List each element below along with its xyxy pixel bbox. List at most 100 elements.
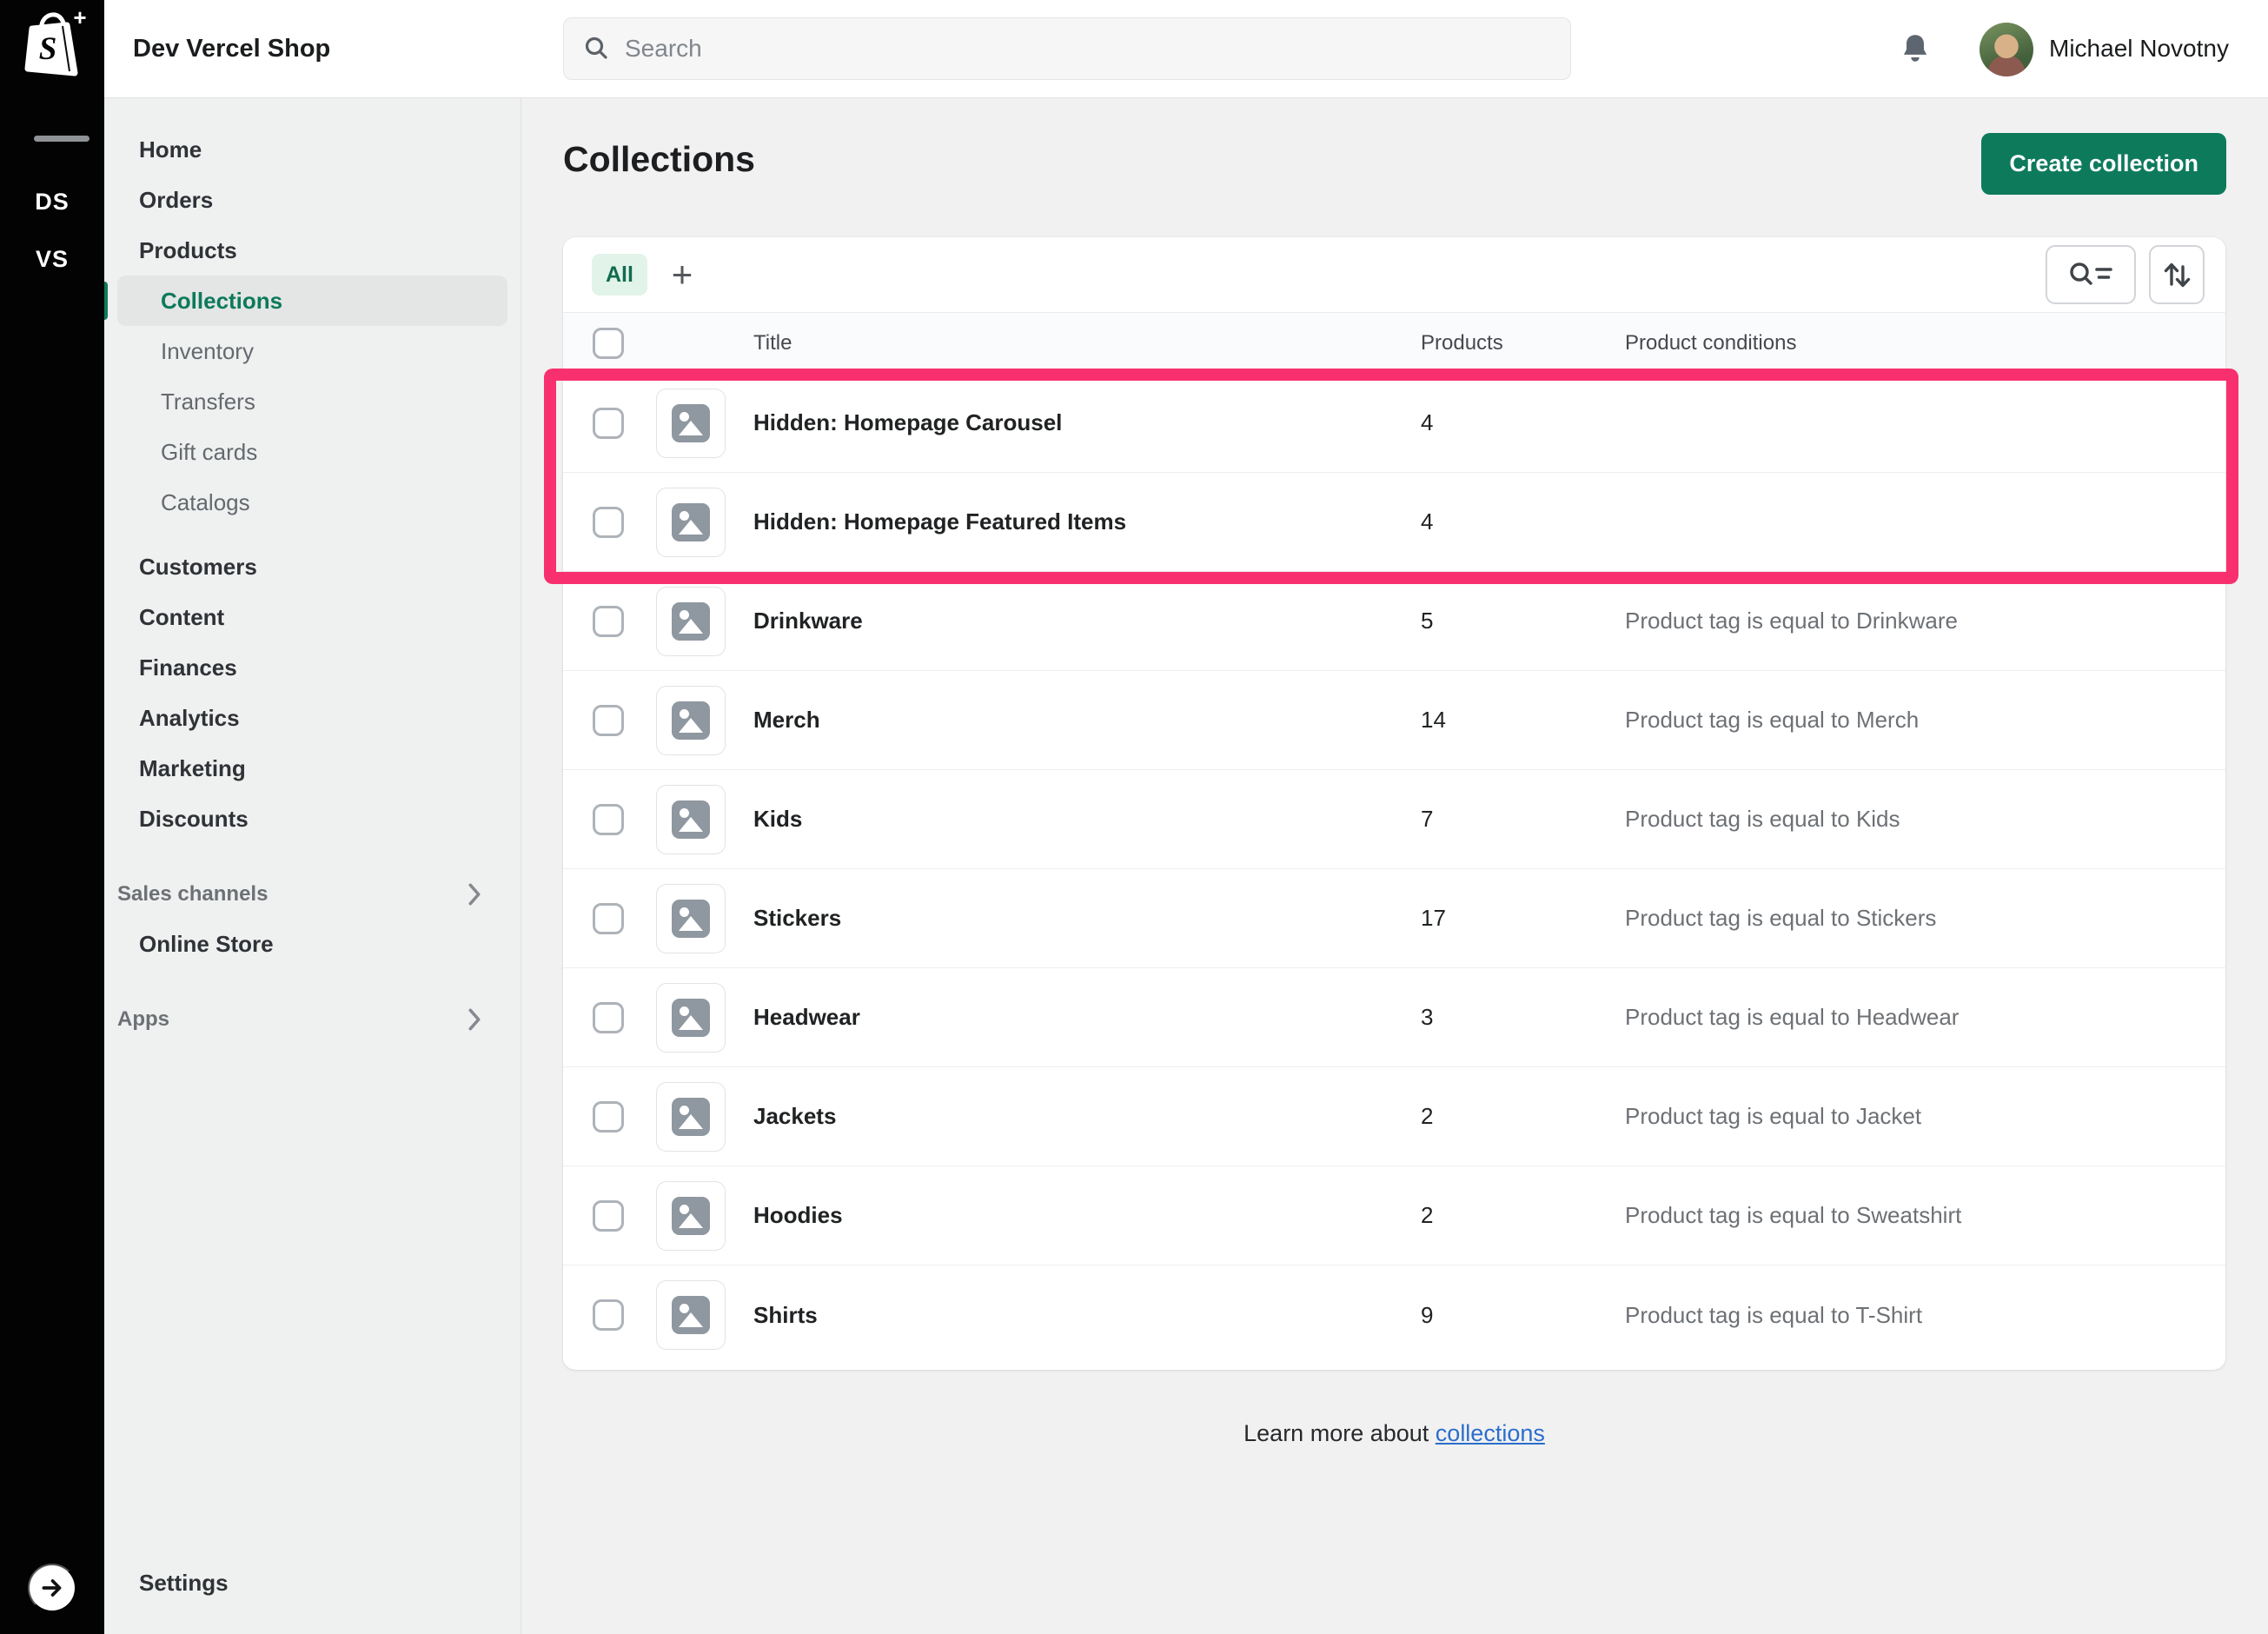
row-checkbox[interactable] xyxy=(593,408,624,439)
app-rail: S + DS VS xyxy=(0,0,104,1634)
row-checkbox[interactable] xyxy=(593,1200,624,1232)
collection-condition: Product tag is equal to T-Shirt xyxy=(1625,1302,2225,1329)
collection-row-headwear[interactable]: Headwear 3 Product tag is equal to Headw… xyxy=(563,968,2225,1067)
tab-all[interactable]: All xyxy=(592,254,647,296)
header-products: Products xyxy=(1421,331,1625,355)
row-checkbox[interactable] xyxy=(593,804,624,835)
row-checkbox[interactable] xyxy=(593,507,624,538)
collection-row-stickers[interactable]: Stickers 17 Product tag is equal to Stic… xyxy=(563,869,2225,968)
sidebar-item-home[interactable]: Home xyxy=(117,124,507,175)
add-view-button[interactable]: + xyxy=(661,254,703,296)
collection-title[interactable]: Hoodies xyxy=(753,1202,1421,1229)
chevron-right-icon xyxy=(466,1008,483,1031)
collection-row-hoodies[interactable]: Hoodies 2 Product tag is equal to Sweats… xyxy=(563,1166,2225,1265)
footer-note: Learn more about collections xyxy=(563,1420,2225,1447)
expand-sidebar-button[interactable] xyxy=(28,1564,76,1612)
collection-condition: Product tag is equal to Merch xyxy=(1625,707,2225,734)
search-filter-icon xyxy=(2067,259,2114,290)
avatar[interactable] xyxy=(1980,23,2033,76)
collection-products-count: 7 xyxy=(1421,806,1625,833)
collection-row-jackets[interactable]: Jackets 2 Product tag is equal to Jacket xyxy=(563,1067,2225,1166)
collection-title[interactable]: Stickers xyxy=(753,905,1421,932)
collection-title[interactable]: Merch xyxy=(753,707,1421,734)
image-placeholder-icon xyxy=(671,701,711,741)
collection-row-kids[interactable]: Kids 7 Product tag is equal to Kids xyxy=(563,770,2225,869)
sidebar-nav: Home Orders Products Collections Invento… xyxy=(104,98,521,1634)
notifications-button[interactable] xyxy=(1893,26,1938,71)
collection-title[interactable]: Hidden: Homepage Featured Items xyxy=(753,508,1421,535)
collection-title[interactable]: Kids xyxy=(753,806,1421,833)
sidebar-item-orders[interactable]: Orders xyxy=(117,175,507,225)
sort-icon xyxy=(2160,257,2193,292)
collection-row-merch[interactable]: Merch 14 Product tag is equal to Merch xyxy=(563,671,2225,770)
collection-condition: Product tag is equal to Drinkware xyxy=(1625,608,2225,634)
sidebar-item-online-store[interactable]: Online Store xyxy=(117,919,507,969)
collection-row-hidden-homepage-featured-items[interactable]: Hidden: Homepage Featured Items 4 xyxy=(563,473,2225,572)
collection-row-drinkware[interactable]: Drinkware 5 Product tag is equal to Drin… xyxy=(563,572,2225,671)
main-content: Collections Create collection All + xyxy=(522,98,2268,1634)
image-placeholder-icon xyxy=(671,601,711,641)
collections-help-link[interactable]: collections xyxy=(1436,1420,1545,1446)
sidebar-item-marketing[interactable]: Marketing xyxy=(117,743,507,794)
row-checkbox[interactable] xyxy=(593,903,624,934)
sidebar-item-transfers[interactable]: Transfers xyxy=(117,376,507,427)
sidebar-item-sales-channels[interactable]: Sales channels xyxy=(117,870,507,919)
collection-products-count: 4 xyxy=(1421,508,1625,535)
tabs-row: All + xyxy=(563,237,2225,313)
row-checkbox[interactable] xyxy=(593,705,624,736)
header-product-conditions: Product conditions xyxy=(1625,331,2225,355)
collection-thumbnail xyxy=(656,488,726,557)
collection-title[interactable]: Shirts xyxy=(753,1302,1421,1329)
collection-row-hidden-homepage-carousel[interactable]: Hidden: Homepage Carousel 4 xyxy=(563,374,2225,473)
image-placeholder-icon xyxy=(671,998,711,1038)
sidebar-item-inventory[interactable]: Inventory xyxy=(117,326,507,376)
shopify-admin-app: S + DSVS Dev Vercel Shop xyxy=(0,0,2268,1634)
sidebar-item-collections[interactable]: Collections xyxy=(117,276,507,326)
image-placeholder-icon xyxy=(671,1196,711,1236)
sidebar-item-discounts[interactable]: Discounts xyxy=(117,794,507,844)
image-placeholder-icon xyxy=(671,899,711,939)
collection-thumbnail xyxy=(656,983,726,1053)
collection-products-count: 14 xyxy=(1421,707,1625,734)
sidebar-item-apps[interactable]: Apps xyxy=(117,995,507,1044)
row-checkbox[interactable] xyxy=(593,1101,624,1133)
collection-products-count: 3 xyxy=(1421,1004,1625,1031)
collection-products-count: 2 xyxy=(1421,1202,1625,1229)
topbar: Dev Vercel Shop Michael Novotny xyxy=(104,0,2268,98)
sort-button[interactable] xyxy=(2149,245,2205,304)
collection-title[interactable]: Headwear xyxy=(753,1004,1421,1031)
sidebar-item-content[interactable]: Content xyxy=(117,592,507,642)
arrow-right-icon xyxy=(39,1575,65,1601)
svg-text:+: + xyxy=(73,7,86,30)
collection-condition: Product tag is equal to Kids xyxy=(1625,806,2225,833)
collection-row-shirts[interactable]: Shirts 9 Product tag is equal to T-Shirt xyxy=(563,1265,2225,1365)
sidebar-item-products[interactable]: Products xyxy=(117,225,507,276)
image-placeholder-icon xyxy=(671,403,711,443)
table-header: Title Products Product conditions xyxy=(563,313,2225,374)
footer-text: Learn more about xyxy=(1243,1420,1429,1446)
collection-condition: Product tag is equal to Headwear xyxy=(1625,1004,2225,1031)
collection-title[interactable]: Hidden: Homepage Carousel xyxy=(753,409,1421,436)
collection-condition: Product tag is equal to Sweatshirt xyxy=(1625,1202,2225,1229)
row-checkbox[interactable] xyxy=(593,1299,624,1331)
search-input[interactable] xyxy=(625,35,1551,63)
create-collection-button[interactable]: Create collection xyxy=(1981,133,2226,195)
row-checkbox[interactable] xyxy=(593,606,624,637)
user-name[interactable]: Michael Novotny xyxy=(2049,0,2229,97)
sidebar-item-catalogs[interactable]: Catalogs xyxy=(117,477,507,528)
workspace-vs[interactable]: VS xyxy=(0,236,104,282)
collection-title[interactable]: Drinkware xyxy=(753,608,1421,634)
global-search[interactable] xyxy=(563,17,1571,80)
sidebar-item-analytics[interactable]: Analytics xyxy=(117,693,507,743)
sidebar-item-finances[interactable]: Finances xyxy=(117,642,507,693)
workspace-ds[interactable]: DS xyxy=(0,178,104,225)
sidebar-item-gift-cards[interactable]: Gift cards xyxy=(117,427,507,477)
collection-title[interactable]: Jackets xyxy=(753,1103,1421,1130)
search-and-filter-button[interactable] xyxy=(2046,245,2136,304)
select-all-checkbox[interactable] xyxy=(593,328,624,359)
sidebar-item-customers[interactable]: Customers xyxy=(117,541,507,592)
shopify-logo-icon[interactable]: S + xyxy=(17,7,87,87)
sidebar-item-settings[interactable]: Settings xyxy=(117,1558,507,1608)
image-placeholder-icon xyxy=(671,1295,711,1335)
row-checkbox[interactable] xyxy=(593,1002,624,1033)
